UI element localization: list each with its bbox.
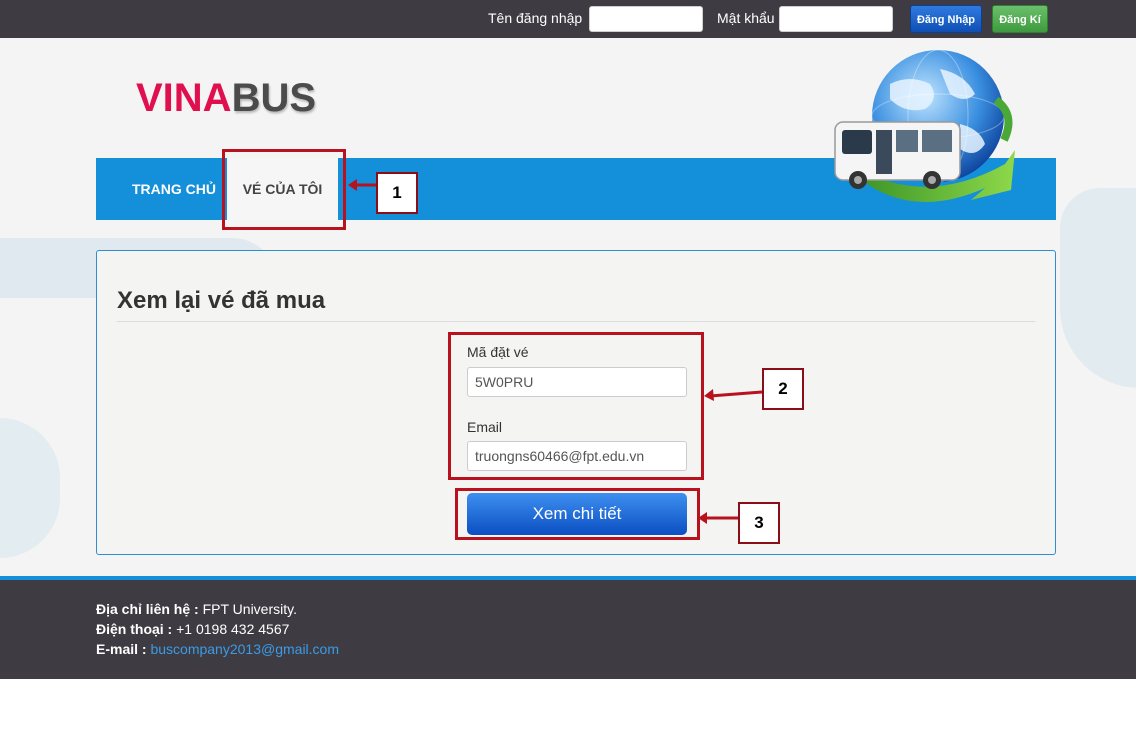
footer-email-label: E-mail : bbox=[96, 641, 147, 657]
password-input[interactable] bbox=[779, 6, 893, 32]
vinabus-logo[interactable]: VINABUS bbox=[136, 76, 316, 121]
title-divider bbox=[117, 321, 1035, 322]
footer-address-value: FPT University. bbox=[198, 601, 297, 617]
footer-address-label: Địa chỉ liên hệ : bbox=[96, 601, 199, 617]
annotation-frame-1 bbox=[222, 149, 346, 230]
annotation-arrow-3 bbox=[698, 512, 738, 524]
register-button[interactable]: Đăng Kí bbox=[992, 5, 1048, 33]
background-decoration bbox=[0, 418, 60, 558]
footer-email: E-mail : buscompany2013@gmail.com bbox=[96, 641, 339, 657]
nav-home[interactable]: TRANG CHỦ bbox=[132, 158, 216, 220]
top-login-bar: Tên đăng nhập Mật khẩu Đăng Nhập Đăng Kí bbox=[0, 0, 1136, 38]
annotation-frame-2 bbox=[448, 332, 704, 480]
footer: Địa chỉ liên hệ : FPT University. Điện t… bbox=[0, 580, 1136, 679]
logo-part-bus: BUS bbox=[231, 76, 317, 120]
footer-email-link[interactable]: buscompany2013@gmail.com bbox=[150, 641, 339, 657]
username-input[interactable] bbox=[589, 6, 703, 32]
footer-phone: Điện thoại : +1 0198 432 4567 bbox=[96, 621, 289, 637]
panel-title: Xem lại vé đã mua bbox=[117, 287, 326, 314]
background-decoration bbox=[1060, 188, 1136, 388]
footer-address: Địa chỉ liên hệ : FPT University. bbox=[96, 601, 297, 617]
footer-phone-label: Điện thoại : bbox=[96, 621, 173, 637]
annotation-number-2: 2 bbox=[762, 368, 804, 410]
logo-part-vina: VINA bbox=[136, 76, 232, 120]
bus-icon bbox=[834, 121, 961, 189]
login-button[interactable]: Đăng Nhập bbox=[910, 5, 982, 33]
annotation-number-1: 1 bbox=[376, 172, 418, 214]
annotation-arrow-2 bbox=[704, 389, 763, 401]
footer-phone-value: +1 0198 432 4567 bbox=[172, 621, 290, 637]
username-label: Tên đăng nhập bbox=[488, 10, 583, 26]
annotation-arrow-1 bbox=[348, 179, 376, 191]
annotation-number-3: 3 bbox=[738, 502, 780, 544]
password-label: Mật khẩu bbox=[717, 10, 775, 26]
globe-bus-illustration bbox=[834, 49, 1015, 203]
annotation-frame-3 bbox=[455, 488, 700, 540]
